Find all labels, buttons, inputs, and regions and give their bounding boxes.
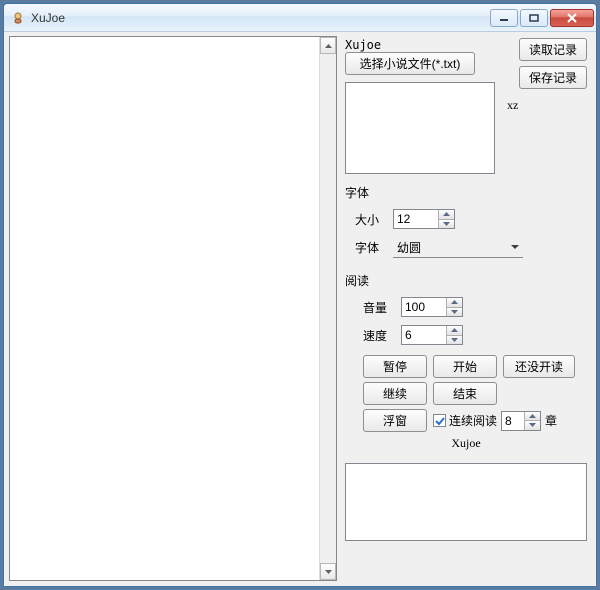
speed-up-icon[interactable]	[447, 326, 462, 336]
speed-down-icon[interactable]	[447, 336, 462, 345]
speed-input[interactable]	[402, 326, 446, 344]
scrollbar[interactable]	[319, 37, 336, 580]
scroll-down-button[interactable]	[320, 563, 336, 580]
titlebar[interactable]: XuJoe	[4, 4, 596, 32]
speed-spinner[interactable]	[401, 325, 463, 345]
font-label: 字体	[355, 239, 383, 256]
volume-down-icon[interactable]	[447, 308, 462, 317]
chapters-input[interactable]	[502, 412, 524, 430]
continue-button[interactable]: 继续	[363, 382, 427, 405]
font-combobox[interactable]: 幼圆	[393, 237, 523, 258]
right-panel: Xujoe 选择小说文件(*.txt) 读取记录 保存记录 xz 字体 大小	[337, 36, 591, 581]
xz-label: xz	[507, 98, 518, 113]
app-icon	[10, 10, 26, 26]
volume-spinner[interactable]	[401, 297, 463, 317]
continuous-checkbox[interactable]: 连续阅读	[433, 412, 497, 429]
chapters-spinner[interactable]	[501, 411, 541, 431]
list-content	[10, 37, 319, 580]
continuous-label: 连续阅读	[449, 412, 497, 429]
font-size-spinner[interactable]	[393, 209, 455, 229]
window-buttons	[490, 9, 594, 27]
volume-label: 音量	[363, 299, 391, 316]
size-up-icon[interactable]	[439, 210, 454, 220]
maximize-button[interactable]	[520, 9, 548, 27]
font-value: 幼圆	[397, 239, 506, 256]
chevron-down-icon[interactable]	[506, 237, 523, 257]
app-window: XuJoe Xujoe 选择小说文件(*.txt) 读取记	[3, 3, 597, 587]
read-section-header: 阅读	[345, 272, 587, 289]
select-file-button[interactable]: 选择小说文件(*.txt)	[345, 52, 475, 75]
chapter-unit-label: 章	[545, 412, 557, 429]
font-size-input[interactable]	[394, 210, 438, 228]
font-section-header: 字体	[345, 184, 587, 201]
close-button[interactable]	[550, 9, 594, 27]
left-panel	[9, 36, 337, 581]
volume-input[interactable]	[402, 298, 446, 316]
window-title: XuJoe	[31, 11, 490, 25]
save-record-button[interactable]: 保存记录	[519, 66, 587, 89]
not-reading-button[interactable]: 还没开读	[503, 355, 575, 378]
main-listbox[interactable]	[9, 36, 337, 581]
speed-label: 速度	[363, 327, 391, 344]
file-info-textarea[interactable]	[345, 82, 495, 174]
volume-up-icon[interactable]	[447, 298, 462, 308]
start-button[interactable]: 开始	[433, 355, 497, 378]
read-record-button[interactable]: 读取记录	[519, 38, 587, 61]
end-button[interactable]: 结束	[433, 382, 497, 405]
size-down-icon[interactable]	[439, 220, 454, 229]
scroll-up-button[interactable]	[320, 37, 336, 54]
scroll-track[interactable]	[320, 54, 336, 563]
output-textarea[interactable]	[345, 463, 587, 541]
chapter-up-icon[interactable]	[525, 412, 540, 422]
footer-label: Xujoe	[345, 436, 587, 451]
client-area: Xujoe 选择小说文件(*.txt) 读取记录 保存记录 xz 字体 大小	[4, 32, 596, 586]
pause-button[interactable]: 暂停	[363, 355, 427, 378]
chapter-down-icon[interactable]	[525, 421, 540, 430]
check-icon	[433, 414, 446, 427]
minimize-button[interactable]	[490, 9, 518, 27]
float-window-button[interactable]: 浮窗	[363, 409, 427, 432]
size-label: 大小	[355, 211, 383, 228]
